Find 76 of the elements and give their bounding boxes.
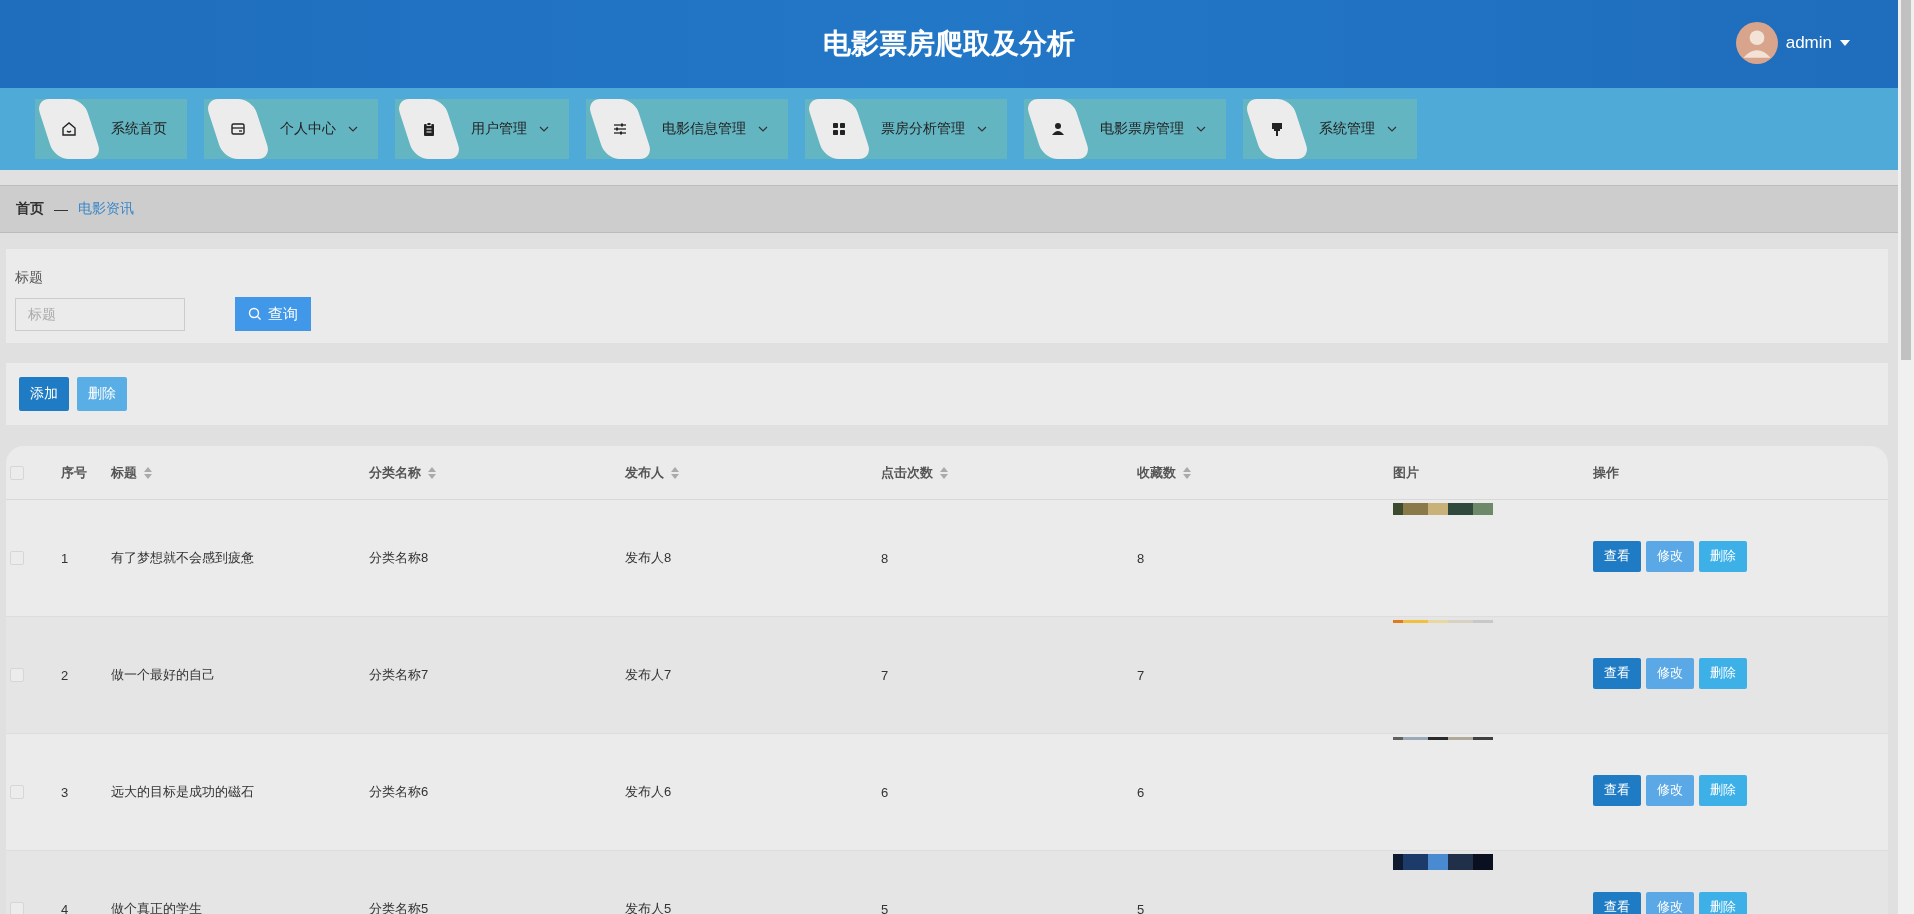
delete-button[interactable]: 删除: [1699, 657, 1747, 689]
edit-button[interactable]: 修改: [1646, 891, 1694, 914]
table-cell: 做一个最好的自己: [111, 666, 215, 684]
add-button[interactable]: 添加: [19, 377, 69, 411]
table-cell: 8: [1137, 550, 1145, 566]
column-header: 序号: [61, 463, 87, 482]
view-button[interactable]: 查看: [1593, 540, 1641, 572]
table-cell: 6: [1137, 784, 1145, 800]
clipboard-icon: [421, 121, 437, 137]
table-cell: 7: [1137, 667, 1145, 683]
nav-item[interactable]: 系统首页: [35, 99, 187, 159]
sort-icon[interactable]: [671, 466, 679, 479]
field-label: 标题: [15, 269, 44, 287]
brush-icon: [1269, 121, 1285, 137]
search-icon: [248, 307, 262, 321]
nav-item[interactable]: 电影信息管理: [586, 99, 788, 159]
table-cell: 发布人7: [625, 666, 672, 684]
column-header: 发布人: [625, 463, 664, 482]
home-icon: [61, 121, 77, 137]
breadcrumb-link[interactable]: 电影资讯: [78, 200, 134, 218]
nav-item[interactable]: 票房分析管理: [805, 99, 1007, 159]
table-cell: 5: [1137, 901, 1145, 914]
search-button[interactable]: 查询: [235, 297, 311, 331]
nav-item[interactable]: 个人中心: [204, 99, 378, 159]
scrollbar-thumb[interactable]: [1901, 0, 1911, 360]
column-header: 操作: [1593, 463, 1619, 482]
table-cell: 4: [61, 901, 69, 914]
title-input-field[interactable]: 标题: [15, 297, 185, 331]
table-cell: 8: [881, 550, 889, 566]
sort-icon[interactable]: [144, 466, 152, 479]
delete-button[interactable]: 删除: [1699, 774, 1747, 806]
column-header: 分类名称: [369, 463, 421, 482]
column-header: 点击次数: [881, 463, 933, 482]
card-icon: [230, 121, 246, 137]
table-cell: 发布人6: [625, 783, 672, 801]
table-cell: 3: [61, 784, 69, 800]
table-cell: 发布人8: [625, 549, 672, 567]
sort-icon[interactable]: [940, 466, 948, 479]
delete-button[interactable]: 删除: [77, 377, 127, 411]
view-button[interactable]: 查看: [1593, 891, 1641, 914]
delete-button[interactable]: 删除: [1699, 540, 1747, 572]
user-name[interactable]: admin: [1785, 33, 1832, 53]
table-cell: 分类名称7: [369, 666, 429, 684]
nav-item[interactable]: 系统管理: [1243, 99, 1417, 159]
table-cell: 6: [881, 784, 889, 800]
table-cell: 有了梦想就不会感到疲惫: [111, 549, 254, 567]
table-cell: 2: [61, 667, 69, 683]
avatar-icon[interactable]: [1735, 22, 1778, 64]
breadcrumb-separator: —: [54, 201, 68, 217]
column-header: 图片: [1393, 463, 1419, 482]
sort-icon[interactable]: [1183, 466, 1191, 479]
table-cell: 远大的目标是成功的磁石: [111, 783, 254, 801]
table-cell: 分类名称5: [369, 900, 429, 914]
column-header: 收藏数: [1137, 463, 1176, 482]
sliders-icon: [612, 121, 628, 137]
view-button[interactable]: 查看: [1593, 774, 1641, 806]
column-header: 标题: [111, 463, 137, 482]
table-cell: 1: [61, 550, 69, 566]
person-icon: [1050, 121, 1066, 137]
table-cell: 5: [881, 901, 889, 914]
view-button[interactable]: 查看: [1593, 657, 1641, 689]
table-cell: 分类名称6: [369, 783, 429, 801]
app-title: 电影票房爬取及分析: [823, 27, 1075, 61]
delete-button[interactable]: 删除: [1699, 891, 1747, 914]
grid-icon: [831, 121, 847, 137]
sort-icon[interactable]: [428, 466, 436, 479]
caret-icon[interactable]: [1840, 40, 1850, 46]
breadcrumb-link[interactable]: 首页: [16, 200, 44, 218]
table-cell: 7: [881, 667, 889, 683]
nav-item[interactable]: 用户管理: [395, 99, 569, 159]
scrollbar[interactable]: [1898, 0, 1914, 914]
nav-item[interactable]: 电影票房管理: [1024, 99, 1226, 159]
edit-button[interactable]: 修改: [1646, 774, 1694, 806]
table-cell: 分类名称8: [369, 549, 429, 567]
edit-button[interactable]: 修改: [1646, 540, 1694, 572]
edit-button[interactable]: 修改: [1646, 657, 1694, 689]
